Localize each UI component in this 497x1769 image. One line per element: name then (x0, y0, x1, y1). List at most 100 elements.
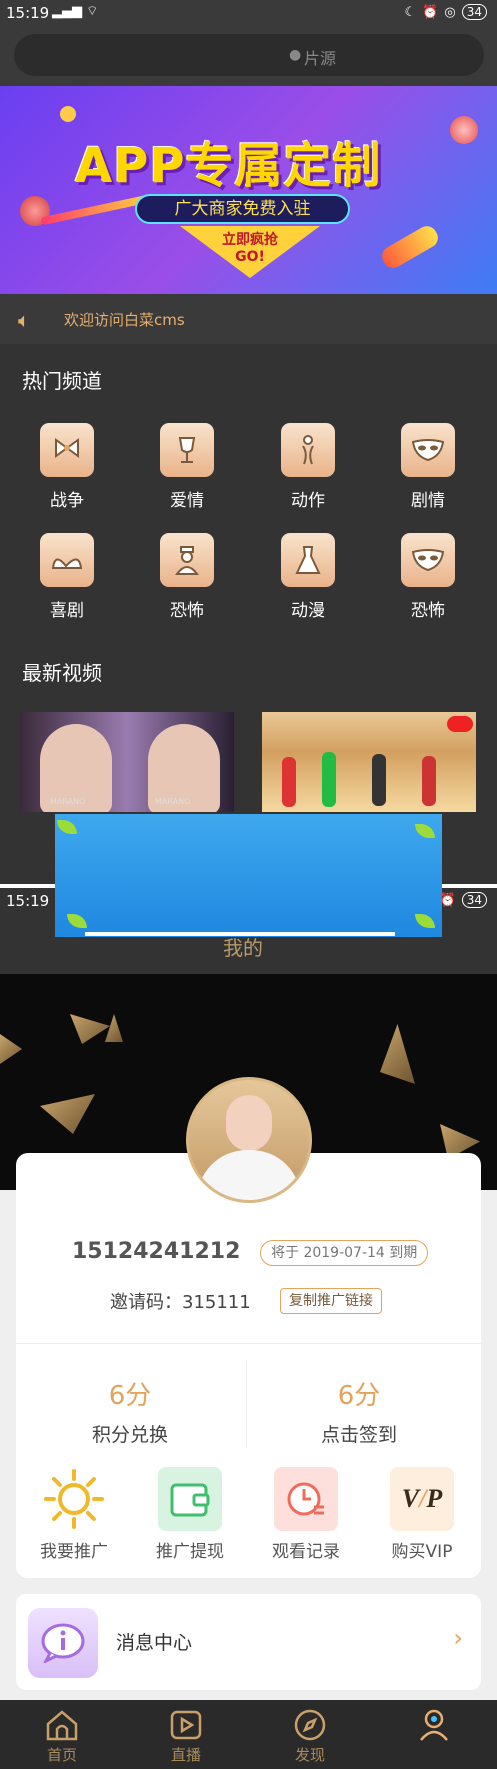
function-label: 我要推广 (40, 1542, 108, 1562)
channel-item[interactable]: 恐怖 (388, 533, 468, 621)
banner-cta-line2: GO! (235, 249, 265, 265)
overlay-ad[interactable] (55, 814, 442, 937)
checkin-value: 6分 (337, 1381, 381, 1411)
channel-label: 动漫 (291, 601, 325, 621)
channel-label: 动作 (291, 491, 325, 511)
message-center[interactable]: 消息中心 › (16, 1594, 481, 1690)
banner-cta[interactable]: 立即疯抢 GO! (180, 226, 320, 278)
hot-channels-title: 热门频道 (22, 369, 102, 393)
home-icon (44, 1708, 80, 1742)
video-thumbnail[interactable] (262, 712, 476, 812)
status-bar: 15:19 ▂▄▆ ⌔ ☾ ⏰ ◎ 34 (0, 0, 497, 26)
dancer-figure (282, 757, 296, 807)
mask-icon (401, 533, 455, 587)
channel-label: 爱情 (170, 491, 204, 511)
channel-item[interactable]: 剧情 (388, 423, 468, 511)
signal-icon: ▂▄▆ ⌔ (52, 4, 99, 19)
clock-list-icon (274, 1467, 338, 1531)
leaf-decor (67, 914, 87, 928)
speaker-icon: 🔈︎ (18, 308, 30, 332)
bottom-tab-bar: 首页 直播 发现 (0, 1700, 497, 1769)
points-exchange[interactable]: 6分 积分兑换 (50, 1375, 210, 1447)
paper-plane-decor (105, 1014, 123, 1042)
checkin-label: 点击签到 (320, 1424, 397, 1446)
banner-cta-line1: 立即疯抢 (222, 232, 278, 248)
wallet-icon (158, 1467, 222, 1531)
copy-link-button[interactable]: 复制推广链接 (280, 1288, 382, 1314)
lips-icon (447, 716, 473, 732)
status-time: 15:19 (6, 892, 50, 910)
banner-title: APP专属定制 (75, 138, 382, 194)
search-input[interactable]: ● 片源 (14, 34, 484, 76)
dancer-figure (422, 756, 436, 806)
function-label: 推广提现 (156, 1542, 224, 1562)
tab-live[interactable]: 直播 (124, 1700, 248, 1769)
latest-videos-title: 最新视频 (22, 661, 102, 685)
paper-plane-decor (380, 1024, 415, 1084)
buy-vip-button[interactable]: V/P 购买VIP (367, 1467, 477, 1562)
function-label: 购买VIP (391, 1542, 453, 1562)
poster-caption: MARANO (50, 797, 86, 806)
decor-ball (60, 106, 76, 122)
checkin[interactable]: 6分 点击签到 (279, 1375, 439, 1447)
rocket-icon (378, 222, 442, 272)
promo-banner[interactable]: APP专属定制 广大商家免费入驻 立即疯抢 GO! (0, 86, 497, 294)
tab-mine[interactable] (372, 1700, 496, 1769)
avatar[interactable] (186, 1077, 312, 1203)
decor-ball (450, 116, 478, 144)
figure-icon (281, 423, 335, 477)
points-value: 6分 (108, 1381, 152, 1411)
dress-icon (281, 533, 335, 587)
leaf-decor (415, 824, 435, 838)
channel-item[interactable]: 动漫 (268, 533, 348, 621)
invite-value: 315111 (182, 1292, 251, 1313)
leaf-decor (415, 914, 435, 928)
channel-item[interactable]: 动作 (268, 423, 348, 511)
alarm-icon: ⏰ (422, 4, 439, 20)
tab-home[interactable]: 首页 (0, 1700, 124, 1769)
channel-item[interactable]: 喜剧 (27, 533, 107, 621)
channel-label: 战争 (50, 491, 84, 511)
promote-button[interactable]: 我要推广 (19, 1467, 129, 1562)
banner-subtitle: 广大商家免费入驻 (135, 194, 350, 224)
info-icon (28, 1608, 98, 1678)
play-icon (168, 1708, 204, 1742)
bow-icon (40, 423, 94, 477)
status-time: 15:19 (6, 4, 50, 22)
function-label: 观看记录 (272, 1542, 340, 1562)
withdraw-button[interactable]: 推广提现 (135, 1467, 245, 1562)
points-label: 积分兑换 (91, 1424, 168, 1446)
sun-icon (42, 1467, 106, 1531)
invite-code: 邀请码：315111 (110, 1288, 251, 1314)
expire-badge: 将于 2019-07-14 到期 (260, 1240, 429, 1266)
nurse-icon (160, 533, 214, 587)
video-thumbnail[interactable]: MARANO MARANO (20, 712, 234, 812)
channel-label: 喜剧 (50, 601, 84, 621)
channel-item[interactable]: 战争 (27, 423, 107, 511)
divider (16, 1343, 481, 1344)
notice-text: 欢迎访问白菜cms (64, 311, 185, 329)
mask-icon (401, 423, 455, 477)
tab-discover[interactable]: 发现 (248, 1700, 372, 1769)
chevron-right-icon: › (453, 1624, 463, 1652)
dancer-figure (372, 754, 386, 806)
bra-icon (40, 533, 94, 587)
poster-caption: MARANO (155, 797, 191, 806)
invite-label: 邀请码： (110, 1292, 182, 1313)
dancer-figure (322, 752, 336, 807)
paper-plane-decor (0, 1034, 22, 1064)
channel-item[interactable]: 爱情 (147, 423, 227, 511)
user-phone: 15124241212 (72, 1239, 241, 1264)
channel-item[interactable]: 恐怖 (147, 533, 227, 621)
tab-label: 首页 (46, 1746, 77, 1764)
paper-plane-decor (70, 1014, 110, 1044)
search-placeholder: 片源 (304, 49, 337, 68)
tab-label: 发现 (294, 1746, 325, 1764)
history-button[interactable]: 观看记录 (251, 1467, 361, 1562)
search-icon: ● (289, 47, 302, 63)
ribbon-decor (40, 194, 150, 226)
vip-icon: V/P (390, 1467, 454, 1531)
divider (246, 1360, 247, 1448)
compass-icon (292, 1708, 328, 1742)
ad-bottom-line (85, 932, 395, 936)
